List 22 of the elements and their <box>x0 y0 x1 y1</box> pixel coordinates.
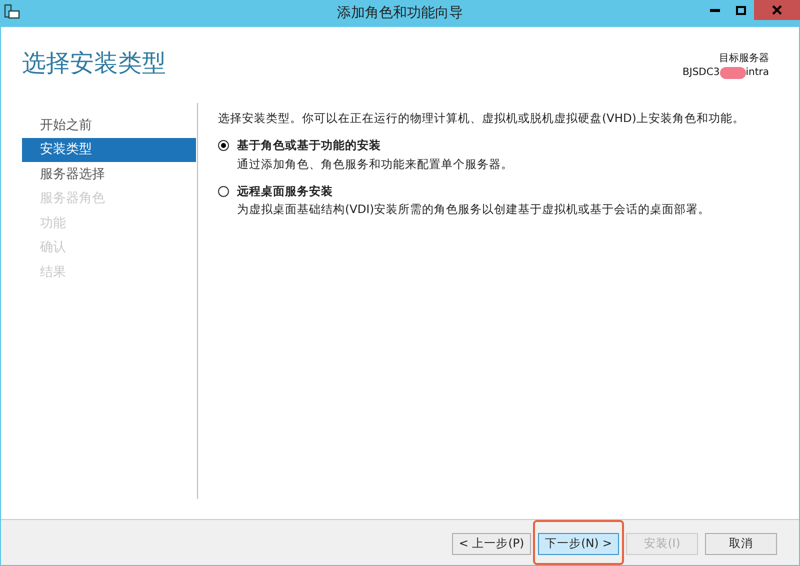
step-item[interactable]: 安装类型 <box>22 138 196 162</box>
server-name: intra <box>746 66 769 80</box>
radio-button[interactable] <box>218 140 229 152</box>
page-title: 选择安装类型 <box>22 51 166 75</box>
close-icon <box>772 5 782 15</box>
option-label[interactable]: 基于角色或基于功能的安装 <box>237 137 381 154</box>
wizard-button[interactable]: 取消 <box>705 532 777 555</box>
wizard-button[interactable]: < 上一步(P) <box>452 532 532 555</box>
redaction-mark <box>720 67 746 79</box>
step-item[interactable]: 服务器选择 <box>22 162 196 186</box>
option-description: 通过添加角色、角色服务和功能来配置单个服务器。 <box>236 156 514 172</box>
app-icon <box>4 4 20 20</box>
step-item[interactable]: 开始之前 <box>22 113 196 138</box>
server-name: BJSDC3 <box>682 66 720 80</box>
option-label[interactable]: 远程桌面服务安装 <box>237 182 333 200</box>
intro-text: 选择安装类型。你可以在正在运行的物理计算机、虚拟机或脱机虚拟硬盘(VHD)上安装角色和功能。 <box>218 110 746 127</box>
target-server-label: 目标服务器 <box>719 52 769 66</box>
option-description: 为虚拟桌面基础结构(VDI)安装所需的角色服务以创建基于虚拟机或基于会话的桌面部署。 <box>236 201 712 218</box>
close-button[interactable] <box>754 0 800 20</box>
window-title: 添加角色和功能向导 <box>337 4 463 23</box>
radio-button[interactable] <box>218 186 229 197</box>
wizard-button[interactable]: 下一步(N) > <box>538 532 619 555</box>
